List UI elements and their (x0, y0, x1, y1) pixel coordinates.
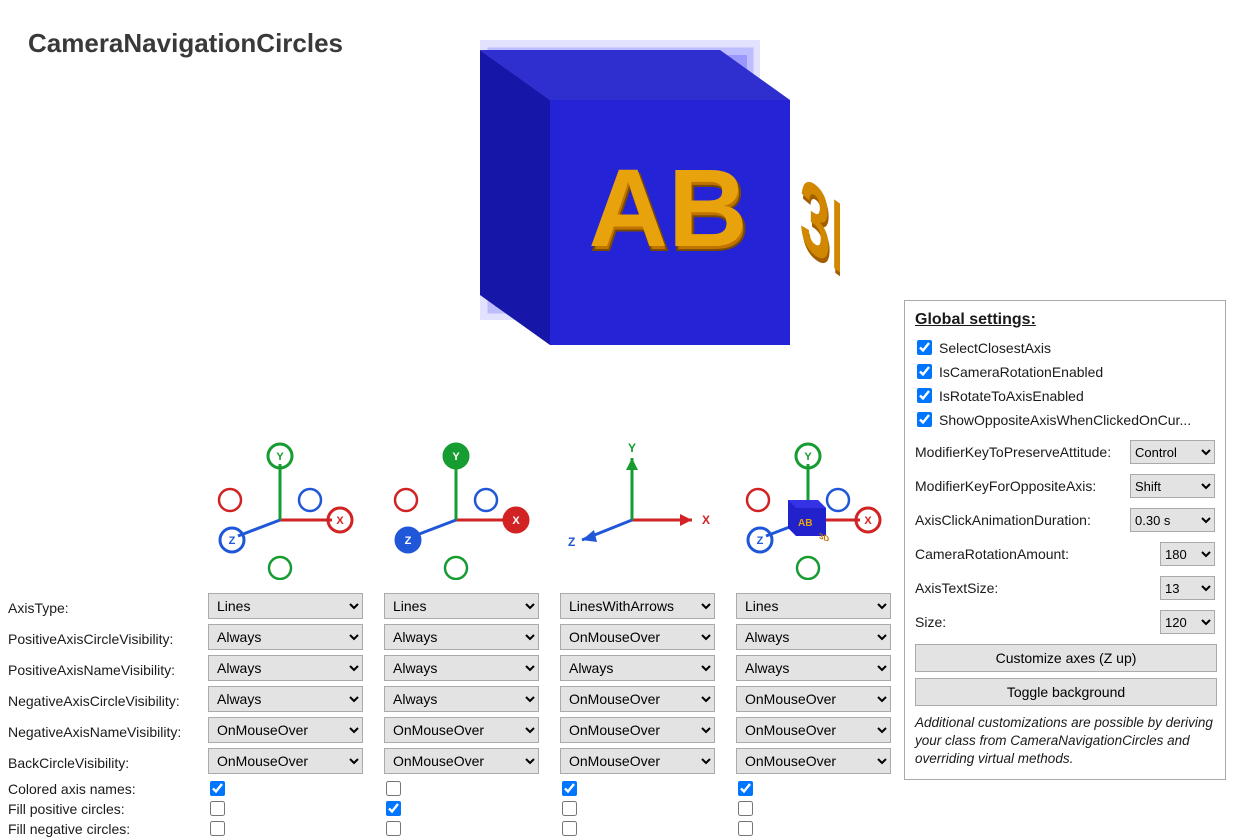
svg-text:X: X (512, 515, 520, 527)
global-check-label: SelectClosestAxis (939, 340, 1051, 356)
axis-preview[interactable]: X Y Z (552, 440, 728, 580)
svg-text:X: X (702, 513, 710, 527)
svg-text:AB: AB (589, 147, 748, 270)
svg-text:X: X (864, 515, 872, 527)
global-button[interactable]: Customize axes (Z up) (915, 644, 1217, 672)
negCircle-select[interactable]: Always (208, 686, 363, 712)
global-select-label: AxisClickAnimationDuration: (915, 512, 1091, 528)
axis-preview[interactable]: X Y Z (200, 440, 376, 580)
negCircle-select[interactable]: OnMouseOver (560, 686, 715, 712)
colored-checkbox[interactable] (386, 781, 401, 796)
axisType-select[interactable]: Lines (208, 593, 363, 619)
fillPos-checkbox[interactable] (386, 801, 401, 816)
colored-checkbox[interactable] (210, 781, 225, 796)
backCircle-select[interactable]: OnMouseOver (208, 748, 363, 774)
global-select-label: AxisTextSize: (915, 580, 998, 596)
global-select[interactable]: 120 (1160, 610, 1215, 634)
svg-text:3D: 3D (819, 532, 829, 544)
row-label: Fill negative circles: (8, 819, 204, 839)
row-label: Fill positive circles: (8, 799, 204, 819)
negName-select[interactable]: OnMouseOver (384, 717, 539, 743)
global-select-label: ModifierKeyForOppositeAxis: (915, 478, 1096, 494)
posCircle-select[interactable]: Always (208, 624, 363, 650)
global-select[interactable]: 180 (1160, 542, 1215, 566)
global-check-label: ShowOppositeAxisWhenClickedOnCur... (939, 412, 1191, 428)
svg-text:Z: Z (229, 535, 236, 547)
global-select-label: CameraRotationAmount: (915, 546, 1069, 562)
svg-text:Y: Y (452, 451, 460, 463)
posName-select[interactable]: Always (208, 655, 363, 681)
posCircle-select[interactable]: Always (384, 624, 539, 650)
svg-text:X: X (336, 515, 344, 527)
fillPos-checkbox[interactable] (210, 801, 225, 816)
page-title: CameraNavigationCircles (28, 28, 343, 59)
negCircle-select[interactable]: Always (384, 686, 539, 712)
negCircle-select[interactable]: OnMouseOver (736, 686, 891, 712)
backCircle-select[interactable]: OnMouseOver (560, 748, 715, 774)
fillNeg-checkbox[interactable] (210, 821, 225, 836)
fillPos-checkbox[interactable] (562, 801, 577, 816)
fillNeg-checkbox[interactable] (562, 821, 577, 836)
svg-text:AB: AB (798, 518, 812, 529)
global-check-label: IsCameraRotationEnabled (939, 364, 1103, 380)
svg-text:Y: Y (628, 441, 636, 455)
row-label: NegativeAxisCircleVisibility: (8, 686, 204, 717)
fillNeg-checkbox[interactable] (738, 821, 753, 836)
global-select-label: ModifierKeyToPreserveAttitude: (915, 444, 1111, 460)
colored-checkbox[interactable] (738, 781, 753, 796)
backCircle-select[interactable]: OnMouseOver (736, 748, 891, 774)
axis-preview[interactable]: AB 3D X Y Z (728, 440, 904, 580)
backCircle-select[interactable]: OnMouseOver (384, 748, 539, 774)
row-label: PositiveAxisNameVisibility: (8, 655, 204, 686)
negName-select[interactable]: OnMouseOver (560, 717, 715, 743)
posName-select[interactable]: Always (736, 655, 891, 681)
svg-text:Z: Z (757, 535, 764, 547)
global-note: Additional customizations are possible b… (915, 714, 1215, 769)
axisType-select[interactable]: Lines (736, 593, 891, 619)
global-check[interactable] (917, 388, 932, 403)
global-select[interactable]: 13 (1160, 576, 1215, 600)
svg-text:Y: Y (804, 451, 812, 463)
row-label: BackCircleVisibility: (8, 748, 204, 779)
svg-text:Z: Z (568, 535, 575, 549)
svg-text:Z: Z (405, 535, 412, 547)
row-label: NegativeAxisNameVisibility: (8, 717, 204, 748)
global-select-label: Size: (915, 614, 946, 630)
colored-checkbox[interactable] (562, 781, 577, 796)
global-check[interactable] (917, 364, 932, 379)
axis-preview[interactable]: X Y Z (376, 440, 552, 580)
row-label: PositiveAxisCircleVisibility: (8, 624, 204, 655)
global-check-label: IsRotateToAxisEnabled (939, 388, 1084, 404)
global-settings-title: Global settings: (915, 311, 1215, 329)
negName-select[interactable]: OnMouseOver (736, 717, 891, 743)
posCircle-select[interactable]: Always (736, 624, 891, 650)
global-check[interactable] (917, 412, 932, 427)
global-select[interactable]: Control (1130, 440, 1215, 464)
axisType-select[interactable]: LinesWithArrows (560, 593, 715, 619)
global-select[interactable]: 0.30 s (1130, 508, 1215, 532)
global-select[interactable]: Shift (1130, 474, 1215, 498)
row-label: AxisType: (8, 593, 204, 624)
posName-select[interactable]: Always (560, 655, 715, 681)
global-check[interactable] (917, 340, 932, 355)
global-button[interactable]: Toggle background (915, 678, 1217, 706)
cube-preview[interactable]: AB AB 3D 3D (420, 10, 840, 370)
posName-select[interactable]: Always (384, 655, 539, 681)
row-label: Colored axis names: (8, 779, 204, 799)
negName-select[interactable]: OnMouseOver (208, 717, 363, 743)
fillPos-checkbox[interactable] (738, 801, 753, 816)
svg-text:Y: Y (276, 451, 284, 463)
global-settings-panel: Global settings: SelectClosestAxis IsCame… (904, 300, 1226, 780)
fillNeg-checkbox[interactable] (386, 821, 401, 836)
posCircle-select[interactable]: OnMouseOver (560, 624, 715, 650)
axisType-select[interactable]: Lines (384, 593, 539, 619)
